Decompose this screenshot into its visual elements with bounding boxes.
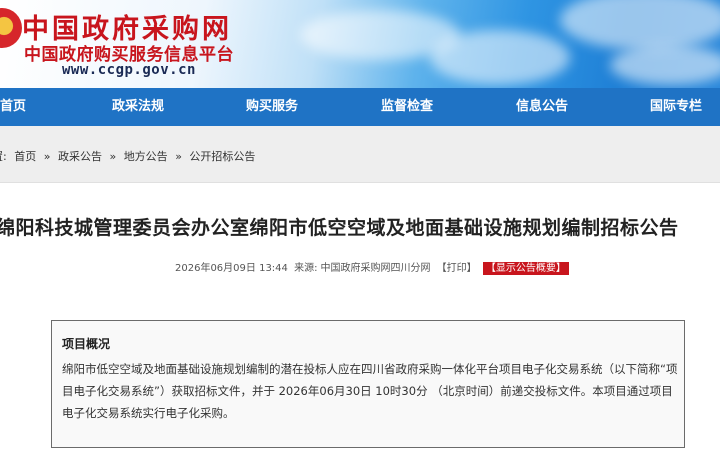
breadcrumb-separator: »: [109, 150, 117, 163]
nav-item-supervision[interactable]: 监督检查: [381, 88, 433, 126]
nav-item-international[interactable]: 国际专栏: [650, 88, 702, 126]
breadcrumb-separator: »: [43, 150, 51, 163]
breadcrumb-local-notices[interactable]: 地方公告: [124, 150, 168, 163]
overview-body: 绵阳市低空空域及地面基础设施规划编制的潜在投标人应在四川省政府采购一体化平台项目…: [62, 362, 678, 420]
project-overview-box: 项目概况 绵阳市低空空域及地面基础设施规划编制的潜在投标人应在四川省政府采购一体…: [51, 320, 685, 448]
nav-item-purchase-services[interactable]: 购买服务: [246, 88, 298, 126]
source-label: 来源:: [294, 263, 318, 274]
nav-item-home[interactable]: 首页: [0, 88, 26, 126]
banner-cloud: [430, 30, 570, 85]
breadcrumb-bar: 置: 首页 » 政采公告 » 地方公告 » 公开招标公告: [0, 126, 720, 183]
banner-cloud: [610, 45, 720, 85]
nav-item-announcements[interactable]: 信息公告: [516, 88, 568, 126]
main-nav: 首页 政采法规 购买服务 监督检查 信息公告 国际专栏: [0, 88, 720, 126]
breadcrumb-home[interactable]: 首页: [14, 150, 36, 163]
print-button[interactable]: 【打印】: [437, 263, 477, 274]
overview-heading: 项目概况: [62, 337, 111, 351]
nav-item-regulations[interactable]: 政采法规: [112, 88, 164, 126]
site-url: www.ccgp.gov.cn: [62, 62, 196, 78]
banner-cloud: [560, 0, 720, 50]
breadcrumb-procurement-notices[interactable]: 政采公告: [58, 150, 102, 163]
breadcrumb: 置: 首页 » 政采公告 » 地方公告 » 公开招标公告: [0, 148, 259, 164]
page-title: 绵阳科技城管理委员会办公室绵阳市低空空域及地面基础设施规划编制招标公告: [0, 217, 679, 239]
article-meta: 2026年06月09日 13:44 来源: 中国政府采购网四川分网 【打印】 【显…: [175, 259, 572, 275]
header-banner: 中国政府采购网 中国政府购买服务信息平台 www.ccgp.gov.cn: [0, 0, 720, 88]
show-summary-button[interactable]: 【显示公告概要】: [482, 262, 569, 275]
breadcrumb-open-tender[interactable]: 公开招标公告: [189, 150, 255, 163]
national-emblem-icon: [0, 8, 22, 48]
source-name: 中国政府采购网四川分网: [320, 263, 431, 274]
breadcrumb-separator: »: [175, 150, 182, 163]
publish-datetime: 2026年06月09日 13:44: [175, 263, 288, 274]
breadcrumb-prefix: 置:: [0, 150, 7, 163]
